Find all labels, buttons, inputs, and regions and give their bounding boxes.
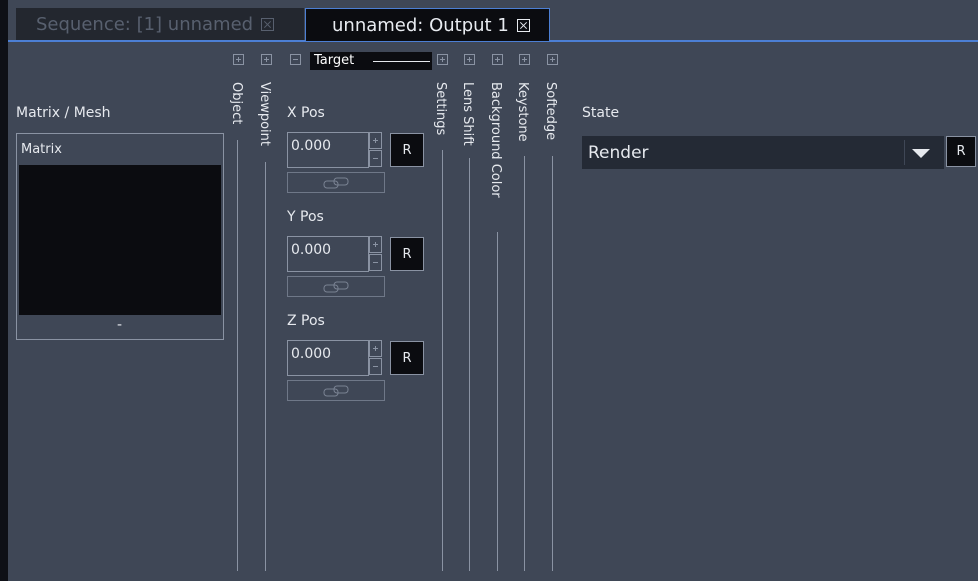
settings-column-label[interactable]: Settings bbox=[433, 82, 448, 135]
z-pos-label: Z Pos bbox=[287, 313, 325, 329]
y-pos-stepper[interactable]: 0.000 bbox=[287, 236, 383, 272]
lens-shift-column-line bbox=[469, 158, 470, 571]
z-pos-stepper[interactable]: 0.000 bbox=[287, 340, 383, 376]
z-pos-reset-button[interactable]: R bbox=[390, 341, 424, 375]
x-pos-stepper[interactable]: 0.000 bbox=[287, 132, 383, 168]
state-label: State bbox=[582, 105, 620, 121]
state-value: Render bbox=[588, 143, 649, 163]
matrix-panel-footer: - bbox=[117, 317, 123, 333]
expand-viewpoint-icon[interactable] bbox=[261, 54, 272, 65]
settings-column-line bbox=[442, 150, 443, 571]
softedge-column-line bbox=[552, 156, 553, 571]
keystone-column-line bbox=[524, 156, 525, 571]
z-pos-value: 0.000 bbox=[291, 346, 332, 362]
link-icon bbox=[323, 281, 349, 293]
expand-lens-shift-icon[interactable] bbox=[464, 54, 475, 65]
expand-object-icon[interactable] bbox=[233, 54, 244, 65]
y-pos-value: 0.000 bbox=[291, 242, 332, 258]
background-color-column-label[interactable]: Background Color bbox=[488, 82, 503, 198]
lens-shift-column-label[interactable]: Lens Shift bbox=[460, 82, 475, 146]
link-icon bbox=[323, 385, 349, 397]
matrix-panel: Matrix - bbox=[16, 133, 224, 340]
x-pos-label: X Pos bbox=[287, 105, 325, 121]
y-pos-label: Y Pos bbox=[287, 209, 324, 225]
output-window: Sequence: [1] unnamed unnamed: Output 1 … bbox=[0, 0, 978, 581]
x-pos-link-button[interactable] bbox=[287, 172, 385, 193]
expand-settings-icon[interactable] bbox=[437, 54, 448, 65]
tab-sequence[interactable]: Sequence: [1] unnamed bbox=[16, 8, 304, 40]
viewpoint-column-label[interactable]: Viewpoint bbox=[257, 82, 272, 146]
window-left-edge bbox=[0, 0, 8, 581]
keystone-column-label[interactable]: Keystone bbox=[515, 82, 530, 142]
state-dropdown[interactable]: Render bbox=[582, 136, 944, 169]
chevron-down-icon[interactable] bbox=[912, 149, 930, 158]
target-column-label: Target bbox=[314, 53, 355, 68]
x-pos-decrement-icon[interactable] bbox=[369, 150, 382, 167]
collapse-target-icon[interactable] bbox=[290, 54, 301, 65]
tab-sequence-label: Sequence: [1] unnamed bbox=[36, 13, 254, 35]
z-pos-link-button[interactable] bbox=[287, 380, 385, 401]
y-pos-reset-button[interactable]: R bbox=[390, 237, 424, 271]
state-dropdown-divider bbox=[904, 140, 905, 165]
x-pos-reset-button[interactable]: R bbox=[390, 133, 424, 167]
background-color-column-line bbox=[497, 232, 498, 571]
y-pos-link-button[interactable] bbox=[287, 276, 385, 297]
close-icon[interactable] bbox=[261, 17, 275, 31]
z-pos-increment-icon[interactable] bbox=[369, 340, 382, 357]
expand-softedge-icon[interactable] bbox=[547, 54, 558, 65]
target-column-header[interactable]: Target bbox=[310, 52, 432, 70]
tab-output-label: unnamed: Output 1 bbox=[332, 14, 509, 36]
matrix-list[interactable] bbox=[19, 165, 221, 315]
expand-keystone-icon[interactable] bbox=[519, 54, 530, 65]
object-column-label[interactable]: Object bbox=[229, 82, 244, 124]
matrix-mesh-heading: Matrix / Mesh bbox=[16, 105, 111, 121]
y-pos-decrement-icon[interactable] bbox=[369, 254, 382, 271]
z-pos-decrement-icon[interactable] bbox=[369, 358, 382, 375]
tab-output[interactable]: unnamed: Output 1 bbox=[305, 8, 550, 41]
y-pos-input[interactable]: 0.000 bbox=[287, 236, 369, 272]
close-icon[interactable] bbox=[516, 18, 530, 32]
link-icon bbox=[323, 177, 349, 189]
x-pos-input[interactable]: 0.000 bbox=[287, 132, 369, 168]
matrix-panel-title: Matrix bbox=[21, 142, 62, 157]
state-reset-button[interactable]: R bbox=[946, 136, 976, 167]
x-pos-increment-icon[interactable] bbox=[369, 132, 382, 149]
z-pos-input[interactable]: 0.000 bbox=[287, 340, 369, 376]
target-header-line bbox=[373, 61, 430, 62]
x-pos-value: 0.000 bbox=[291, 138, 332, 154]
softedge-column-label[interactable]: Softedge bbox=[543, 82, 558, 140]
expand-background-color-icon[interactable] bbox=[492, 54, 503, 65]
object-column-line bbox=[237, 140, 238, 571]
y-pos-increment-icon[interactable] bbox=[369, 236, 382, 253]
viewpoint-column-line bbox=[265, 162, 266, 571]
